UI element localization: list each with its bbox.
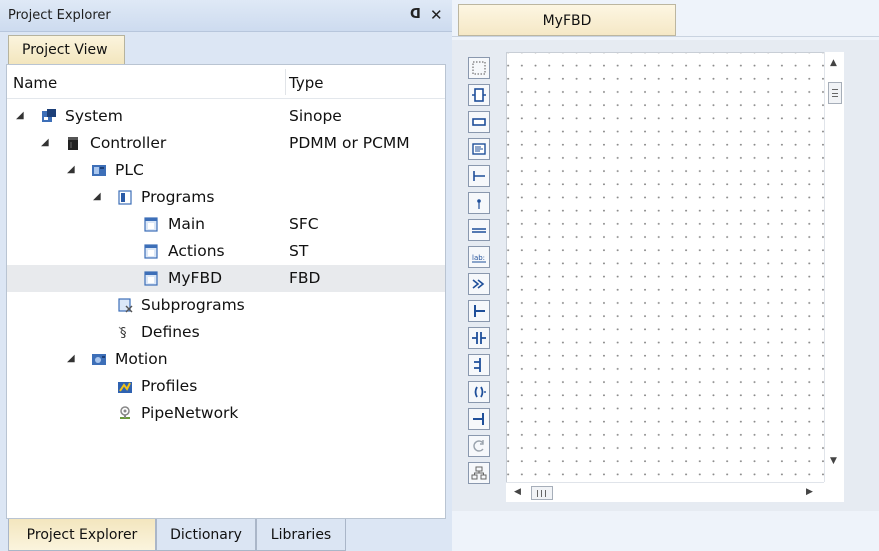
tree-item-label: PipeNetwork [141, 404, 239, 422]
vertical-scrollbar[interactable]: ▲ ▼ [824, 52, 844, 482]
subprograms-icon [118, 298, 133, 313]
editor-frame: lab: ▲ ▼ ◀ ▶ [452, 40, 879, 511]
tab-project-explorer[interactable]: Project Explorer [8, 519, 156, 551]
tree-item-label: Profiles [141, 377, 198, 395]
programs-folder-icon [118, 190, 132, 205]
close-icon[interactable]: ✕ [430, 6, 443, 24]
tab-dictionary[interactable]: Dictionary [156, 519, 256, 551]
grip-icon [832, 89, 838, 97]
float-window-icon[interactable]: ᗡ [410, 7, 421, 22]
system-icon [42, 109, 56, 122]
expand-arrow-icon[interactable]: ◢ [16, 110, 24, 121]
column-header-type[interactable]: Type [289, 74, 323, 92]
program-file-icon [144, 271, 158, 286]
tree-item-label: Subprograms [141, 296, 245, 314]
project-tree: Name Type ◢ System Sinope ◢ Controller P… [6, 64, 446, 519]
divider [452, 36, 879, 37]
tree-item-type: PDMM or PCMM [289, 134, 410, 152]
expand-arrow-icon[interactable]: ◢ [67, 353, 75, 364]
scroll-up-icon[interactable]: ▲ [830, 58, 837, 68]
network-tool-icon[interactable] [468, 462, 490, 484]
column-separator[interactable] [285, 69, 286, 95]
project-explorer-panel: Project Explorer ᗡ ✕ Project View Name T… [0, 0, 452, 551]
motion-icon [92, 354, 106, 365]
tab-myfbd[interactable]: MyFBD [458, 4, 676, 36]
expand-arrow-icon[interactable]: ◢ [41, 137, 49, 148]
tree-item-type: Sinope [289, 107, 342, 125]
tree-item-label: Controller [90, 134, 167, 152]
tree-header: Name Type [7, 65, 445, 99]
tree-item-main[interactable]: Main SFC [7, 211, 445, 238]
fbd-editor: MyFBD lab: ▲ ▼ ◀ ▶ [452, 0, 879, 551]
profiles-icon [118, 382, 132, 393]
svg-text:§: § [120, 326, 127, 340]
tab-libraries[interactable]: Libraries [256, 519, 346, 551]
scroll-down-icon[interactable]: ▼ [830, 456, 837, 466]
horizontal-line-tool-icon[interactable] [468, 165, 490, 187]
tree-item-myfbd[interactable]: MyFBD FBD [7, 265, 445, 292]
controller-icon [68, 137, 78, 150]
tree-item-label: Actions [168, 242, 225, 260]
tree-item-profiles[interactable]: Profiles [7, 373, 445, 400]
label-tool-icon[interactable]: lab: [468, 246, 490, 268]
return-tool-icon[interactable] [468, 435, 490, 457]
tree-item-controller[interactable]: ◢ Controller PDMM or PCMM [7, 130, 445, 157]
tree-item-programs[interactable]: ◢ Programs [7, 184, 445, 211]
vertical-scroll-thumb[interactable] [828, 82, 842, 104]
tree-item-plc[interactable]: ◢ PLC [7, 157, 445, 184]
grip-icon [537, 490, 546, 497]
connection-point-tool-icon[interactable] [468, 192, 490, 214]
expand-arrow-icon[interactable]: ◢ [67, 164, 75, 175]
scroll-left-icon[interactable]: ◀ [514, 487, 521, 497]
program-file-icon [144, 244, 158, 259]
tree-item-type: SFC [289, 215, 319, 233]
tree-item-system[interactable]: ◢ System Sinope [7, 103, 445, 130]
scroll-right-icon[interactable]: ▶ [806, 487, 813, 497]
tree-item-label: System [65, 107, 123, 125]
pipenetwork-icon [120, 406, 130, 419]
column-header-name[interactable]: Name [13, 74, 57, 92]
svg-text:lab:: lab: [472, 254, 485, 262]
tree-item-label: Programs [141, 188, 215, 206]
comment-tool-icon[interactable] [468, 138, 490, 160]
tree-item-label: PLC [115, 161, 144, 179]
jump-tool-icon[interactable] [468, 273, 490, 295]
tree-item-actions[interactable]: Actions ST [7, 238, 445, 265]
tree-item-pipenetwork[interactable]: PipeNetwork [7, 400, 445, 427]
tab-project-view[interactable]: Project View [8, 35, 125, 64]
left-rail-tool-icon[interactable] [468, 300, 490, 322]
fbd-canvas[interactable] [506, 52, 824, 482]
tree-item-label: MyFBD [168, 269, 223, 287]
tree-item-type: FBD [289, 269, 321, 287]
program-file-icon [144, 217, 158, 232]
tree-item-motion[interactable]: ◢ Motion [7, 346, 445, 373]
explorer-bottom-tabs: Project Explorer Dictionary Libraries [0, 519, 452, 551]
right-rail-tool-icon[interactable] [468, 408, 490, 430]
coil-tool-icon[interactable] [468, 381, 490, 403]
tree-item-label: Defines [141, 323, 200, 341]
tree-item-label: Main [168, 215, 206, 233]
fbd-toolbar: lab: [466, 53, 492, 505]
variable-tool-icon[interactable] [468, 111, 490, 133]
tree-item-type: ST [289, 242, 309, 260]
panel-title: Project Explorer [8, 8, 111, 23]
tree-item-label: Motion [115, 350, 168, 368]
horizontal-scrollbar[interactable]: ◀ ▶ [506, 482, 824, 502]
horizontal-scroll-thumb[interactable] [531, 486, 553, 500]
tree-item-subprograms[interactable]: Subprograms [7, 292, 445, 319]
selection-tool-icon[interactable] [468, 57, 490, 79]
function-block-tool-icon[interactable] [468, 84, 490, 106]
expand-arrow-icon[interactable]: ◢ [93, 191, 101, 202]
tree-item-defines[interactable]: § Defines [7, 319, 445, 346]
vertical-line-tool-icon[interactable] [468, 219, 490, 241]
scroll-corner [824, 482, 844, 502]
vertical-contact-tool-icon[interactable] [468, 354, 490, 376]
plc-icon [92, 165, 106, 176]
defines-icon: § [118, 326, 127, 340]
contact-tool-icon[interactable] [468, 327, 490, 349]
explorer-titlebar: Project Explorer ᗡ ✕ [0, 0, 452, 32]
